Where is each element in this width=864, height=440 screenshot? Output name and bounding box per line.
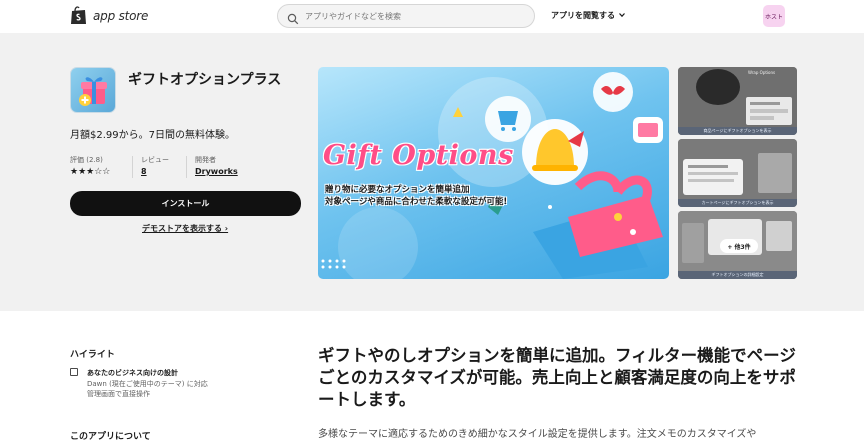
thumbnail-caption: カートページにギフトオプションを表示: [678, 199, 797, 207]
banner-subtitle: 贈り物に必要なオプションを簡単追加: [325, 185, 470, 195]
search-input[interactable]: [305, 11, 505, 21]
logo-text: app store: [93, 8, 149, 23]
screenshot-thumbnail[interactable]: Wrap Options 商品ページにギフトオプションを表示: [678, 67, 797, 135]
thumbnail-caption: 商品ページにギフトオプションを表示: [678, 127, 797, 135]
about-app-title: このアプリについて: [70, 432, 151, 440]
banner-artwork: [321, 72, 663, 279]
app-icon: [70, 67, 116, 113]
app-banner-image[interactable]: Gift Options 贈り物に必要なオプションを簡単追加 対象ページや商品に…: [318, 67, 669, 279]
app-store-logo[interactable]: app store: [70, 6, 148, 25]
reviews-count-link[interactable]: 8: [141, 167, 147, 176]
reviews-label: レビュー: [141, 156, 169, 164]
demo-store-link[interactable]: デモストアを表示する ›: [142, 223, 228, 234]
browse-apps-label: アプリを閲覧する: [551, 11, 615, 20]
search-icon: [287, 10, 299, 25]
search-bar[interactable]: [277, 4, 535, 28]
thumbnail-artwork: [678, 139, 797, 207]
pricing-text: 月額$2.99から。7日間の無料体験。: [70, 130, 235, 141]
more-screenshots-button[interactable]: + 他3件: [720, 239, 758, 253]
banner-subtitle: 対象ページや商品に合わせた柔軟な設定が可能!: [325, 197, 508, 207]
rating-stars: ★★★☆☆: [70, 167, 111, 177]
divider: [186, 156, 187, 178]
app-description: 多様なテーマに適応するためのきめ細かなスタイル設定を提供します。注文メモのカスタ…: [318, 429, 757, 440]
chevron-down-icon: [618, 11, 626, 21]
divider: [132, 156, 133, 178]
shopping-bag-icon: [70, 6, 87, 25]
highlights-title: ハイライト: [70, 350, 115, 360]
thumbnail-artwork: [678, 67, 797, 135]
install-button[interactable]: インストール: [70, 191, 301, 216]
highlight-item-line: 管理画面で直接操作: [87, 390, 150, 398]
highlight-item-line: Dawn (現在ご使用中のテーマ) に対応: [87, 380, 208, 388]
thumbnail-caption: ギフトオプションの詳細設定: [678, 271, 797, 279]
store-avatar[interactable]: ホスト: [763, 5, 785, 27]
banner-title: Gift Options: [322, 139, 514, 172]
calendar-icon: [70, 368, 78, 376]
developer-label: 開発者: [195, 156, 216, 164]
thumbnail-header-text: Wrap Options: [748, 70, 776, 75]
app-title: ギフトオプションプラス: [128, 72, 282, 88]
highlight-item-title: あなたのビジネス向けの設計: [87, 369, 178, 377]
app-headline: ギフトやのしオプションを簡単に追加。フィルター機能でページごとのカスタマイズが可…: [318, 346, 796, 409]
rating-label: 評価 (2.8): [70, 156, 103, 164]
top-header: app store アプリを閲覧する ホスト: [0, 0, 864, 33]
developer-link[interactable]: Dryworks: [195, 167, 238, 176]
browse-apps-menu[interactable]: アプリを閲覧する: [551, 10, 626, 21]
screenshot-thumbnail[interactable]: カートページにギフトオプションを表示: [678, 139, 797, 207]
